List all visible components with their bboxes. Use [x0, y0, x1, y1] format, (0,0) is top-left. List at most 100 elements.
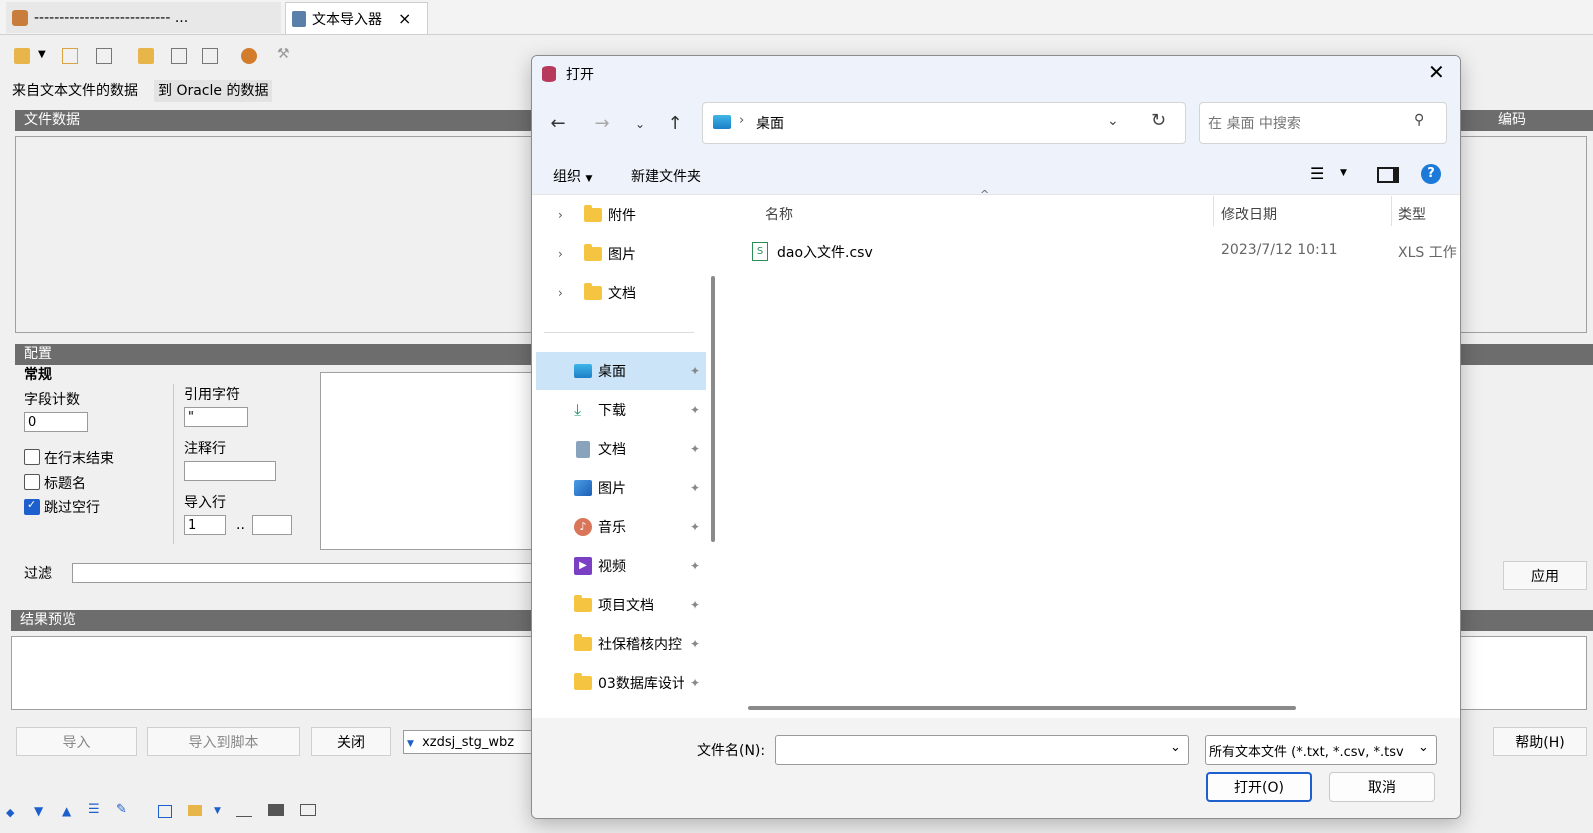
- comment-select[interactable]: [184, 461, 276, 481]
- import-to-script-button[interactable]: 导入到脚本: [147, 727, 300, 756]
- list-icon[interactable]: ☰: [88, 802, 100, 817]
- quick-access-project-docs[interactable]: 项目文档 ✦: [536, 586, 706, 624]
- folder-icon[interactable]: [188, 805, 202, 816]
- quick-access-downloads[interactable]: ⤓ 下载 ✦: [536, 391, 706, 429]
- tab-text-importer[interactable]: 文本导入器 ×: [285, 2, 428, 34]
- pin-icon[interactable]: ✦: [690, 676, 700, 690]
- search-input[interactable]: [1206, 112, 1410, 136]
- help-icon[interactable]: ?: [1421, 164, 1441, 184]
- quick-access-pictures[interactable]: 图片 ✦: [536, 469, 706, 507]
- end-of-line-checkbox[interactable]: [24, 449, 40, 465]
- up-icon[interactable]: ↑: [663, 112, 687, 136]
- chevron-down-icon[interactable]: ⌄: [1170, 740, 1181, 755]
- nav-scrollbar[interactable]: [711, 276, 715, 542]
- quick-access-music[interactable]: ♪ 音乐 ✦: [536, 508, 706, 546]
- pin-icon[interactable]: ✦: [690, 481, 700, 495]
- help-button[interactable]: 帮助(H): [1493, 727, 1587, 756]
- quote-char-select[interactable]: ": [184, 407, 248, 427]
- import-button[interactable]: 导入: [16, 727, 137, 756]
- file-row[interactable]: S dao入文件.csv 2023/7/12 10:11 XLS 工作: [744, 234, 1460, 270]
- dropdown-arrow-icon[interactable]: ▼: [214, 806, 221, 816]
- header-checkbox[interactable]: [24, 474, 40, 490]
- dropdown-arrow-icon[interactable]: ▼: [38, 49, 48, 65]
- organize-menu[interactable]: 组织 ▼: [553, 166, 592, 186]
- apply-button[interactable]: 应用: [1503, 561, 1587, 590]
- filter-icon[interactable]: ◆: [6, 806, 14, 819]
- quick-access-db-design[interactable]: 03数据库设计 ✦: [536, 664, 706, 702]
- tab-previous-document[interactable]: --------------------------- ...: [6, 2, 281, 33]
- pin-icon[interactable]: ✦: [690, 364, 700, 378]
- tree-item-attachments[interactable]: › 附件: [532, 196, 702, 234]
- pin-icon[interactable]: ✦: [690, 442, 700, 456]
- address-bar[interactable]: › 桌面 ⌄ ↻: [702, 102, 1186, 144]
- address-dropdown-icon[interactable]: ⌄: [1107, 113, 1119, 129]
- search-box[interactable]: ⚲: [1199, 102, 1447, 144]
- close-icon[interactable]: ✕: [1428, 60, 1445, 84]
- quick-access-documents[interactable]: 文档 ✦: [536, 430, 706, 468]
- file-name[interactable]: dao入文件.csv: [777, 242, 873, 262]
- tab-oracle-data[interactable]: 到 Oracle 的数据: [154, 80, 273, 102]
- pin-icon[interactable]: ✦: [690, 559, 700, 573]
- quick-access-label: 项目文档: [598, 598, 654, 614]
- move-up-icon[interactable]: ▲: [62, 804, 71, 818]
- close-button[interactable]: 关闭: [311, 727, 391, 756]
- filter-input[interactable]: [72, 563, 532, 583]
- skip-empty-checkbox[interactable]: [24, 498, 40, 515]
- new-folder-button[interactable]: 新建文件夹: [631, 166, 701, 186]
- preview-pane-icon[interactable]: [1377, 167, 1399, 183]
- search-icon[interactable]: ⚲: [1414, 112, 1424, 128]
- chevron-right-icon[interactable]: ›: [558, 208, 576, 222]
- tree-item-documents[interactable]: › 文档: [532, 274, 702, 312]
- cancel-button[interactable]: 取消: [1329, 772, 1435, 802]
- back-icon[interactable]: ←: [546, 112, 570, 136]
- quick-access-videos[interactable]: ▶ 视频 ✦: [536, 547, 706, 585]
- pin-icon[interactable]: ✦: [690, 403, 700, 417]
- column-header-type[interactable]: 类型: [1398, 204, 1426, 224]
- quick-access-social-audit[interactable]: 社保稽核内控 ✦: [536, 625, 706, 663]
- forward-icon[interactable]: →: [590, 112, 614, 136]
- open-file-icon[interactable]: [14, 48, 30, 64]
- import-rows-from[interactable]: 1: [184, 515, 226, 535]
- import-rows-to[interactable]: [252, 515, 292, 535]
- filename-input[interactable]: ⌄: [775, 735, 1189, 765]
- recent-locations-icon[interactable]: ⌄: [628, 112, 652, 136]
- chevron-right-icon[interactable]: ›: [558, 286, 576, 300]
- dropdown-arrow-icon[interactable]: ▼: [1340, 168, 1347, 178]
- field-count-input[interactable]: 0: [24, 412, 88, 432]
- eraser-icon[interactable]: ✎: [116, 802, 127, 817]
- pin-icon[interactable]: ✦: [690, 520, 700, 534]
- quote-format-icon[interactable]: [300, 804, 316, 816]
- target-table-select[interactable]: ▼ xzdsj_stg_wbz: [403, 730, 533, 754]
- pin-icon[interactable]: ✦: [690, 637, 700, 651]
- address-location[interactable]: 桌面: [756, 113, 784, 133]
- text-highlight-icon[interactable]: [268, 804, 284, 816]
- tree-item-pictures[interactable]: › 图片: [532, 235, 702, 273]
- save-icon[interactable]: [171, 48, 187, 64]
- window-icon[interactable]: [158, 805, 172, 818]
- open-folder-icon[interactable]: [138, 48, 154, 64]
- filename-label: 文件名(N):: [697, 743, 766, 759]
- pin-icon[interactable]: ✦: [690, 598, 700, 612]
- column-header-modified[interactable]: 修改日期: [1221, 204, 1277, 224]
- file-type-filter[interactable]: 所有文本文件 (*.txt, *.csv, *.tsv ⌄: [1205, 735, 1437, 765]
- text-format-icon[interactable]: [236, 804, 252, 817]
- quick-access-label: 图片: [598, 481, 626, 497]
- close-tab-icon[interactable]: ×: [398, 9, 411, 28]
- new-icon[interactable]: [96, 48, 112, 64]
- run-icon[interactable]: [241, 48, 257, 64]
- move-down-icon[interactable]: ▼: [34, 804, 43, 818]
- tab-source-data[interactable]: 来自文本文件的数据: [8, 80, 142, 102]
- save-as-icon[interactable]: [202, 48, 218, 64]
- folder-icon: [584, 283, 602, 300]
- folder-synced-icon: [574, 595, 592, 612]
- tools-icon[interactable]: ⚒: [277, 46, 293, 62]
- quick-access-desktop[interactable]: 桌面 ✦: [536, 352, 706, 390]
- chevron-right-icon[interactable]: ›: [558, 247, 576, 261]
- open-button[interactable]: 打开(O): [1206, 772, 1312, 802]
- refresh-icon[interactable]: ↻: [1151, 110, 1166, 131]
- horizontal-scrollbar[interactable]: [748, 706, 1296, 710]
- view-options-icon[interactable]: ☰: [1310, 164, 1324, 183]
- dropdown-arrow-icon: ▼: [585, 174, 593, 184]
- column-header-name[interactable]: 名称: [765, 204, 793, 224]
- copy-icon[interactable]: [62, 48, 78, 64]
